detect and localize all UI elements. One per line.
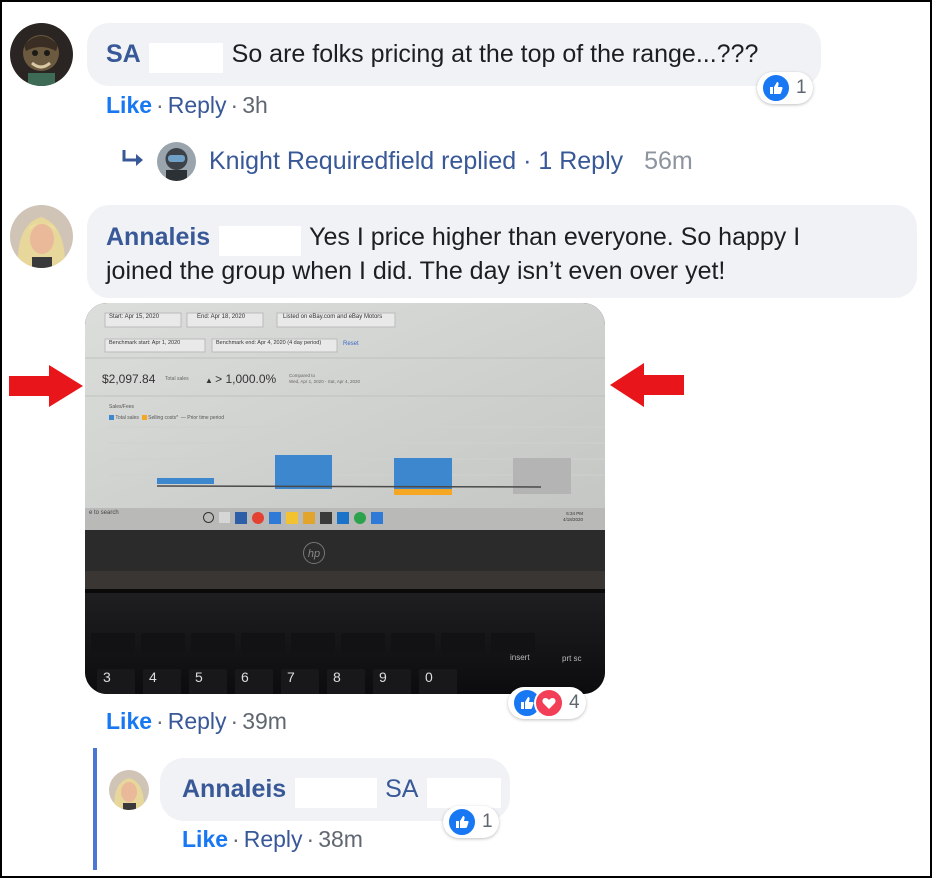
like-reaction-icon xyxy=(447,807,477,837)
photo-key: 8 xyxy=(327,669,365,694)
like-button[interactable]: Like xyxy=(182,826,228,852)
photo-compared-line2: Wed, Apr 1, 2020 - Sat, Apr 4, 2020 xyxy=(289,379,360,384)
reply-thread-line xyxy=(93,748,97,870)
photo-benchmark-end: Benchmark end: Apr 4, 2020 (4 day period… xyxy=(216,340,322,346)
avatar[interactable] xyxy=(10,23,73,86)
legend-total-sales: Total sales xyxy=(115,415,139,421)
separator-dot: · xyxy=(156,92,164,118)
timestamp[interactable]: 38m xyxy=(318,826,363,852)
comment-text: So are folks pricing at the top of the r… xyxy=(231,40,759,68)
reaction-badge[interactable]: 4 xyxy=(508,687,586,719)
photo-chart-heading: Sales/Fees xyxy=(109,404,135,410)
photo-key: 9 xyxy=(373,669,411,694)
reply-summary-link[interactable]: Knight Requiredfield replied · 1 Reply 5… xyxy=(209,147,693,176)
photo-key: 3 xyxy=(97,669,135,694)
photo-end-date: End: Apr 18, 2020 xyxy=(197,314,246,320)
legend-selling-costs: Selling costs* xyxy=(148,415,179,421)
like-button[interactable]: Like xyxy=(106,708,152,734)
timestamp[interactable]: 39m xyxy=(242,708,287,734)
photo-compared-line1: Compared to xyxy=(289,373,316,378)
legend-prior-period: Prior time period xyxy=(187,415,224,421)
reply-button[interactable]: Reply xyxy=(168,92,227,118)
comment-actions: Like · Reply · 38m xyxy=(182,826,363,853)
comment-bubble: Annaleis Yes I price higher than everyon… xyxy=(87,205,917,298)
like-reaction-icon xyxy=(761,73,791,103)
commenter-name[interactable]: SA xyxy=(106,40,141,68)
separator-dot: · xyxy=(156,708,164,734)
photo-reset-link: Reset xyxy=(343,341,359,347)
photo-key: 6 xyxy=(235,669,273,694)
redacted-name xyxy=(426,777,501,808)
redacted-name xyxy=(149,42,224,73)
photo-key: 4 xyxy=(143,669,181,694)
photo-listed-on: Listed on eBay.com and eBay Motors xyxy=(283,314,383,320)
hp-logo: hp xyxy=(303,542,325,564)
reaction-count: 1 xyxy=(482,811,493,832)
attached-photo[interactable]: Start: Apr 15, 2020 End: Apr 18, 2020 Li… xyxy=(85,303,605,694)
reaction-count: 4 xyxy=(569,692,580,713)
avatar[interactable] xyxy=(109,770,149,810)
photo-key: 7 xyxy=(281,669,319,694)
timestamp[interactable]: 3h xyxy=(242,92,268,118)
red-arrow-left-icon xyxy=(610,363,684,412)
photo-key-insert: insert xyxy=(510,653,530,662)
reaction-count: 1 xyxy=(796,77,807,98)
photo-compared-to: Compared to Wed, Apr 1, 2020 - Sat, Apr 4… xyxy=(289,373,360,385)
photo-taskbar-icons xyxy=(203,512,383,524)
reply-button[interactable]: Reply xyxy=(168,708,227,734)
comment-bubble: SA So are folks pricing at the top of th… xyxy=(87,23,821,86)
photo-benchmark-start: Benchmark start: Apr 1, 2020 xyxy=(109,340,181,346)
photo-start-date: Start: Apr 15, 2020 xyxy=(109,314,160,320)
love-reaction-icon xyxy=(534,688,564,718)
redacted-name xyxy=(294,777,377,808)
replier-avatar[interactable] xyxy=(157,142,196,181)
photo-taskbar-clock: 5:34 PM 4/18/2020 xyxy=(563,511,583,523)
reaction-badge[interactable]: 1 xyxy=(443,806,499,838)
comment-text-line2: joined the group when I did. The day isn… xyxy=(106,257,726,285)
separator-dot: · xyxy=(230,708,239,734)
photo-key: 5 xyxy=(189,669,227,694)
commenter-name[interactable]: Annaleis xyxy=(182,775,286,803)
reaction-badge[interactable]: 1 xyxy=(757,72,813,104)
separator-dot: · xyxy=(230,92,239,118)
redacted-name xyxy=(218,225,301,256)
comment-actions: Like · Reply · 3h xyxy=(106,92,268,119)
photo-percent-change-value: > 1,000.0% xyxy=(215,372,277,386)
red-arrow-right-icon xyxy=(9,365,83,412)
reply-summary-text[interactable]: Knight Requiredfield replied · 1 Reply xyxy=(209,147,623,175)
photo-key: 0 xyxy=(419,669,457,694)
reply-arrow-icon xyxy=(120,148,148,177)
photo-taskbar-search: e to search xyxy=(89,510,119,516)
reply-summary-time: 56m xyxy=(644,147,693,175)
comment-actions: Like · Reply · 39m xyxy=(106,708,287,735)
photo-total-sales-caption: Total sales xyxy=(165,376,189,382)
photo-clock-time: 5:34 PM xyxy=(566,511,584,516)
photo-chart-legend: Total sales Selling costs* — Prior time … xyxy=(109,415,224,421)
photo-clock-date: 4/18/2020 xyxy=(563,517,584,522)
like-button[interactable]: Like xyxy=(106,92,152,118)
photo-keyboard: insert prt sc 3 4 5 6 7 8 9 0 xyxy=(85,633,605,694)
photo-key-prtsc: prt sc xyxy=(562,654,582,663)
commenter-name[interactable]: Annaleis xyxy=(106,223,210,251)
separator-dot: · xyxy=(232,826,240,852)
photo-total-sales: $2,097.84 xyxy=(102,372,156,386)
photo-percent-change: ▲ > 1,000.0% xyxy=(205,372,277,386)
reply-button[interactable]: Reply xyxy=(244,826,303,852)
comment-text-line1: Yes I price higher than everyone. So hap… xyxy=(309,223,801,251)
avatar[interactable] xyxy=(10,205,73,268)
mentioned-user-tag[interactable]: SA xyxy=(385,775,418,803)
separator-dot: · xyxy=(306,826,315,852)
